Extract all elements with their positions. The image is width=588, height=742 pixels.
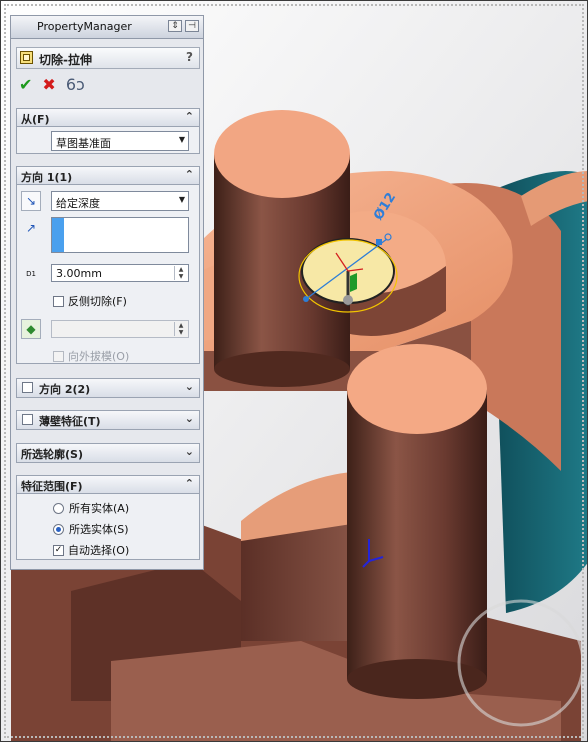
chevron-up-icon[interactable]: ⌃ bbox=[185, 477, 194, 490]
end-condition-select[interactable]: 给定深度 ▼ bbox=[51, 191, 189, 211]
from-group-label: 从(F) bbox=[21, 113, 50, 126]
listbox-selection-marker bbox=[52, 218, 64, 252]
cancel-button[interactable]: ✖ bbox=[42, 77, 55, 93]
selected-bodies-label: 所选实体(S) bbox=[69, 523, 129, 536]
depth-icon: D1 bbox=[21, 263, 41, 283]
radio-circle[interactable] bbox=[53, 523, 64, 535]
all-bodies-radio[interactable]: 所有实体(A) bbox=[53, 500, 129, 516]
thin-feature-checkbox[interactable] bbox=[22, 414, 33, 425]
depth-value: 3.00mm bbox=[56, 267, 102, 280]
ok-button[interactable]: ✔ bbox=[19, 77, 32, 93]
from-start-condition-value: 草图基准面 bbox=[56, 137, 111, 150]
from-group: 从(F) ⌃ 草图基准面 ▼ bbox=[16, 108, 200, 154]
checkbox-box[interactable] bbox=[53, 295, 64, 307]
feature-scope-group: 特征范围(F) ⌃ 所有实体(A) 所选实体(S) ✓ 自动选择(O) bbox=[16, 475, 200, 560]
draft-on-off-icon[interactable]: ◆ bbox=[21, 319, 41, 339]
chevron-up-icon[interactable]: ⌃ bbox=[185, 168, 194, 181]
feature-title-bar: 切除-拉伸 ? bbox=[16, 47, 200, 69]
chevron-up-icon[interactable]: ⌃ bbox=[185, 110, 194, 123]
spin-arrows-icon[interactable]: ▲ ▼ bbox=[174, 266, 187, 280]
reverse-direction-icon[interactable]: ↘ bbox=[21, 191, 41, 211]
selected-contours-label: 所选轮廓(S) bbox=[21, 448, 83, 461]
end-condition-value: 给定深度 bbox=[56, 197, 100, 210]
draft-outward-checkbox: 向外拔模(O) bbox=[53, 348, 129, 364]
collapse-icon[interactable]: ⇕ bbox=[168, 20, 182, 32]
feature-title: 切除-拉伸 bbox=[39, 53, 92, 67]
action-buttons: ✔ ✖ 6ɔ bbox=[19, 76, 85, 94]
from-group-header[interactable]: 从(F) ⌃ bbox=[17, 109, 199, 127]
application-window: Ø12 PropertyManager ⇕ ⊣ 切除-拉伸 ? ✔ ✖ 6ɔ 从… bbox=[0, 0, 588, 742]
flip-side-checkbox[interactable]: 反侧切除(F) bbox=[53, 293, 127, 309]
thin-feature-header[interactable]: 薄壁特征(T) ⌄ bbox=[17, 411, 199, 429]
auto-select-label: 自动选择(O) bbox=[68, 544, 130, 557]
chevron-down-icon[interactable]: ⌄ bbox=[185, 412, 194, 425]
radio-circle[interactable] bbox=[53, 502, 64, 514]
selected-contours-header[interactable]: 所选轮廓(S) ⌄ bbox=[17, 444, 199, 462]
extruded-cut-icon bbox=[20, 51, 33, 64]
direction2-group: 方向 2(2) ⌄ bbox=[16, 378, 200, 398]
auto-select-checkbox[interactable]: ✓ 自动选择(O) bbox=[53, 542, 129, 558]
draft-angle-input: ▲ ▼ bbox=[51, 320, 189, 338]
draft-outward-label: 向外拔模(O) bbox=[68, 350, 130, 363]
property-manager-header: PropertyManager ⇕ ⊣ bbox=[11, 16, 203, 39]
help-button[interactable]: ? bbox=[186, 50, 193, 64]
selected-bodies-radio[interactable]: 所选实体(S) bbox=[53, 521, 129, 537]
selected-contours-group: 所选轮廓(S) ⌄ bbox=[16, 443, 200, 463]
direction-vector-icon: ↗ bbox=[25, 221, 37, 235]
direction2-checkbox[interactable] bbox=[22, 382, 33, 393]
direction-vector-listbox[interactable] bbox=[51, 217, 189, 253]
chevron-down-icon[interactable]: ⌄ bbox=[185, 380, 194, 393]
all-bodies-label: 所有实体(A) bbox=[69, 502, 130, 515]
header-icons: ⇕ ⊣ bbox=[168, 20, 199, 32]
from-start-condition-select[interactable]: 草图基准面 ▼ bbox=[51, 131, 189, 151]
checkbox-box[interactable]: ✓ bbox=[53, 544, 64, 556]
direction2-label: 方向 2(2) bbox=[39, 383, 91, 396]
dropdown-arrow-icon: ▼ bbox=[178, 135, 185, 144]
flip-side-label: 反侧切除(F) bbox=[68, 295, 127, 308]
direction1-group: 方向 1(1) ⌃ ↘ 给定深度 ▼ ↗ D1 3.00mm ▲ ▼ 反侧切除(F… bbox=[16, 166, 200, 364]
feature-scope-label: 特征范围(F) bbox=[21, 480, 83, 493]
thin-feature-group: 薄壁特征(T) ⌄ bbox=[16, 410, 200, 430]
feature-scope-header[interactable]: 特征范围(F) ⌃ bbox=[17, 476, 199, 494]
pin-icon[interactable]: ⊣ bbox=[185, 20, 199, 32]
detailed-preview-button[interactable]: 6ɔ bbox=[66, 77, 85, 93]
depth-input[interactable]: 3.00mm ▲ ▼ bbox=[51, 264, 189, 282]
direction1-label: 方向 1(1) bbox=[21, 171, 73, 184]
property-manager-title: PropertyManager bbox=[37, 20, 132, 33]
checkbox-box bbox=[53, 350, 64, 362]
spin-arrows-icon: ▲ ▼ bbox=[174, 322, 187, 336]
direction2-header[interactable]: 方向 2(2) ⌄ bbox=[17, 379, 199, 397]
property-manager-panel: PropertyManager ⇕ ⊣ 切除-拉伸 ? ✔ ✖ 6ɔ 从(F) … bbox=[10, 15, 204, 570]
thin-feature-label: 薄壁特征(T) bbox=[39, 415, 101, 428]
dropdown-arrow-icon: ▼ bbox=[178, 195, 185, 204]
depth-prefix: D1 bbox=[26, 270, 36, 278]
chevron-down-icon[interactable]: ⌄ bbox=[185, 445, 194, 458]
direction1-header[interactable]: 方向 1(1) ⌃ bbox=[17, 167, 199, 185]
